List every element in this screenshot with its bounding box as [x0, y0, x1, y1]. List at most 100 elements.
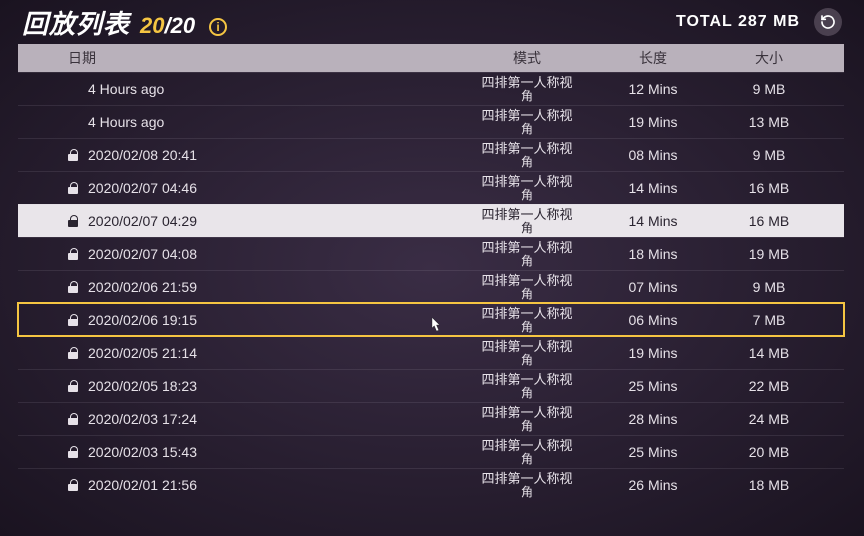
- replay-table: 日期 模式 长度 大小 4 Hours ago四排第一人称视角12 Mins9 …: [18, 44, 844, 501]
- lock-icon: [68, 446, 78, 458]
- cell-mode: 四排第一人称视角: [458, 340, 596, 366]
- lock-icon: [68, 413, 78, 425]
- table-row[interactable]: 4 Hours ago四排第一人称视角12 Mins9 MB: [18, 72, 844, 105]
- col-header-mode[interactable]: 模式: [458, 48, 596, 68]
- table-row[interactable]: 4 Hours ago 四排第一人称视角19 Mins13 MB: [18, 105, 844, 138]
- cell-mode: 四排第一人称视角: [458, 241, 596, 267]
- cell-length: 18 Mins: [596, 246, 710, 262]
- cell-size: 19 MB: [710, 246, 828, 262]
- cell-length: 19 Mins: [596, 345, 710, 361]
- table-row[interactable]: 2020/02/03 15:43 四排第一人称视角25 Mins20 MB: [18, 435, 844, 468]
- table-row[interactable]: 2020/02/07 04:29 四排第一人称视角14 Mins16 MB: [18, 204, 844, 237]
- cell-size: 13 MB: [710, 114, 828, 130]
- cell-length: 08 Mins: [596, 147, 710, 163]
- table-row[interactable]: 2020/02/06 19:15 四排第一人称视角06 Mins7 MB: [18, 303, 844, 336]
- lock-icon: [68, 215, 78, 227]
- table-header: 日期 模式 长度 大小: [18, 44, 844, 72]
- col-header-length[interactable]: 长度: [596, 48, 710, 68]
- cell-length: 14 Mins: [596, 180, 710, 196]
- date-text: 2020/02/05 21:14: [88, 345, 197, 361]
- cell-length: 12 Mins: [596, 81, 710, 97]
- cell-mode: 四排第一人称视角: [458, 208, 596, 234]
- cell-date: 2020/02/01 21:56: [18, 477, 458, 493]
- replay-count: 20/20: [140, 13, 195, 39]
- cell-length: 25 Mins: [596, 378, 710, 394]
- cell-length: 26 Mins: [596, 477, 710, 493]
- cell-size: 20 MB: [710, 444, 828, 460]
- table-row[interactable]: 2020/02/06 21:59 四排第一人称视角07 Mins9 MB: [18, 270, 844, 303]
- header-left: 回放列表 20/20 i: [22, 4, 227, 41]
- cell-date: 2020/02/07 04:46: [18, 180, 458, 196]
- cell-size: 9 MB: [710, 279, 828, 295]
- cell-date: 2020/02/03 15:43: [18, 444, 458, 460]
- cell-date: 4 Hours ago: [18, 114, 458, 130]
- cell-size: 14 MB: [710, 345, 828, 361]
- date-text: 2020/02/06 21:59: [88, 279, 197, 295]
- cell-date: 2020/02/06 21:59: [18, 279, 458, 295]
- lock-icon: [68, 347, 78, 359]
- lock-icon: [68, 248, 78, 260]
- table-row[interactable]: 2020/02/08 20:41 四排第一人称视角08 Mins9 MB: [18, 138, 844, 171]
- cell-mode: 四排第一人称视角: [458, 373, 596, 399]
- cell-date: 2020/02/05 18:23: [18, 378, 458, 394]
- cell-mode: 四排第一人称视角: [458, 274, 596, 300]
- cell-date: 2020/02/07 04:29: [18, 213, 458, 229]
- cell-length: 06 Mins: [596, 312, 710, 328]
- date-text: 2020/02/07 04:29: [88, 213, 197, 229]
- date-text: 2020/02/03 15:43: [88, 444, 197, 460]
- refresh-button[interactable]: [814, 8, 842, 36]
- date-text: 2020/02/05 18:23: [88, 378, 197, 394]
- cell-length: 25 Mins: [596, 444, 710, 460]
- cell-size: 22 MB: [710, 378, 828, 394]
- cell-size: 18 MB: [710, 477, 828, 493]
- cell-length: 07 Mins: [596, 279, 710, 295]
- col-header-size[interactable]: 大小: [710, 48, 828, 68]
- cell-mode: 四排第一人称视角: [458, 109, 596, 135]
- cell-mode: 四排第一人称视角: [458, 76, 596, 102]
- date-text: 2020/02/07 04:46: [88, 180, 197, 196]
- lock-icon: [68, 479, 78, 491]
- date-text: 2020/02/07 04:08: [88, 246, 197, 262]
- cell-size: 7 MB: [710, 312, 828, 328]
- cell-size: 16 MB: [710, 180, 828, 196]
- info-icon[interactable]: i: [209, 18, 227, 36]
- total-size-label: TOTAL 287 MB: [676, 13, 800, 31]
- table-row[interactable]: 2020/02/05 18:23 四排第一人称视角25 Mins22 MB: [18, 369, 844, 402]
- date-text: 4 Hours ago: [88, 114, 164, 130]
- date-text: 2020/02/01 21:56: [88, 477, 197, 493]
- cell-mode: 四排第一人称视角: [458, 307, 596, 333]
- table-body: 4 Hours ago四排第一人称视角12 Mins9 MB4 Hours ag…: [18, 72, 844, 501]
- table-row[interactable]: 2020/02/01 21:56 四排第一人称视角26 Mins18 MB: [18, 468, 844, 501]
- cell-size: 24 MB: [710, 411, 828, 427]
- lock-icon: [68, 182, 78, 194]
- cell-mode: 四排第一人称视角: [458, 406, 596, 432]
- date-text: 2020/02/06 19:15: [88, 312, 197, 328]
- date-text: 2020/02/08 20:41: [88, 147, 197, 163]
- date-text: 2020/02/03 17:24: [88, 411, 197, 427]
- cell-size: 9 MB: [710, 81, 828, 97]
- cell-date: 2020/02/03 17:24: [18, 411, 458, 427]
- cell-mode: 四排第一人称视角: [458, 175, 596, 201]
- lock-icon: [68, 149, 78, 161]
- col-header-date[interactable]: 日期: [18, 48, 458, 68]
- cell-size: 9 MB: [710, 147, 828, 163]
- count-max: /20: [165, 13, 196, 38]
- table-row[interactable]: 2020/02/03 17:24 四排第一人称视角28 Mins24 MB: [18, 402, 844, 435]
- cell-length: 19 Mins: [596, 114, 710, 130]
- lock-icon: [68, 281, 78, 293]
- cell-size: 16 MB: [710, 213, 828, 229]
- header-right: TOTAL 287 MB: [676, 8, 842, 36]
- cell-date: 2020/02/07 04:08: [18, 246, 458, 262]
- count-current: 20: [140, 13, 164, 38]
- table-row[interactable]: 2020/02/07 04:08 四排第一人称视角18 Mins19 MB: [18, 237, 844, 270]
- cell-mode: 四排第一人称视角: [458, 439, 596, 465]
- cell-length: 28 Mins: [596, 411, 710, 427]
- cell-mode: 四排第一人称视角: [458, 142, 596, 168]
- cell-date: 2020/02/08 20:41: [18, 147, 458, 163]
- cell-length: 14 Mins: [596, 213, 710, 229]
- lock-icon: [68, 380, 78, 392]
- refresh-icon: [820, 14, 836, 30]
- cell-mode: 四排第一人称视角: [458, 472, 596, 498]
- table-row[interactable]: 2020/02/05 21:14 四排第一人称视角19 Mins14 MB: [18, 336, 844, 369]
- table-row[interactable]: 2020/02/07 04:46 四排第一人称视角14 Mins16 MB: [18, 171, 844, 204]
